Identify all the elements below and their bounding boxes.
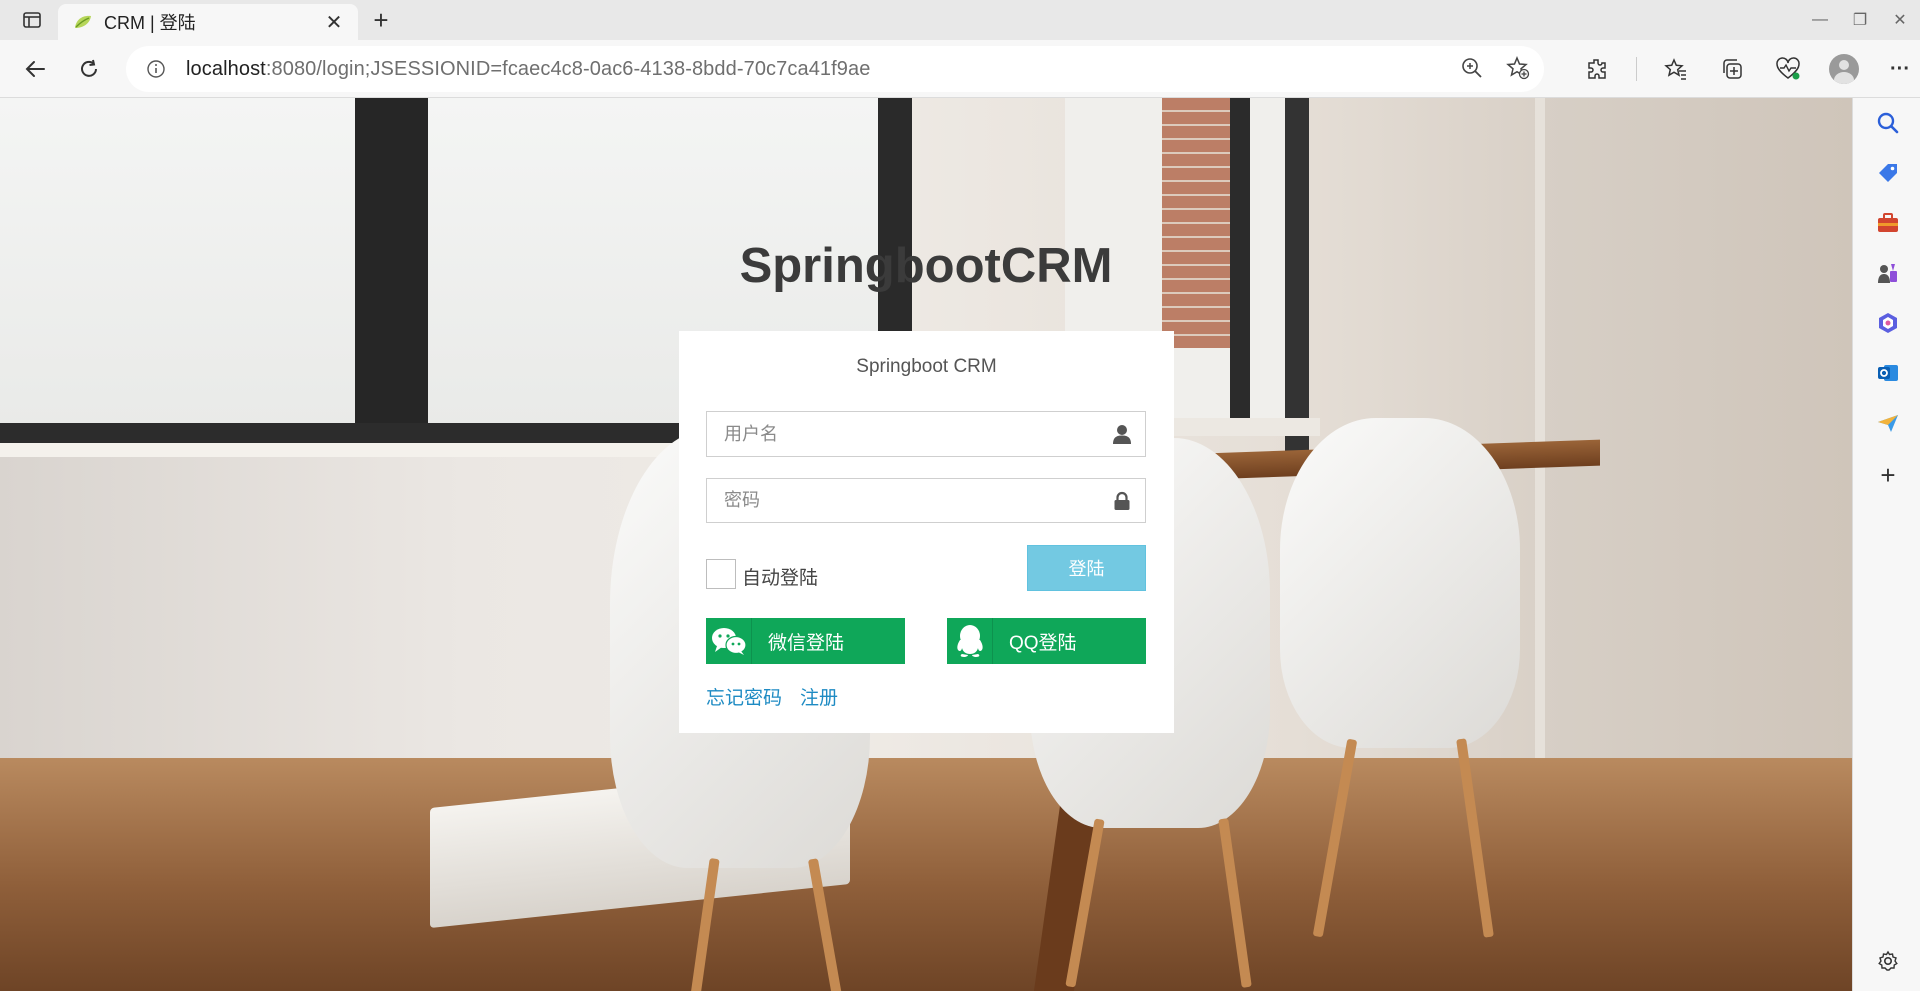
lock-icon <box>1111 490 1133 512</box>
card-title: Springboot CRM <box>856 356 997 377</box>
user-icon <box>1111 423 1133 445</box>
spring-leaf-icon <box>72 11 94 33</box>
browser-essentials-icon[interactable] <box>1771 52 1805 86</box>
qq-login-button[interactable]: QQ登陆 <box>947 618 1146 664</box>
avatar <box>1829 54 1859 84</box>
url-text: localhost:8080/login;JSESSIONID=fcaec4c8… <box>186 58 870 81</box>
url-host: localhost <box>186 57 266 80</box>
tab-actions-icon[interactable] <box>14 8 50 32</box>
edge-sidebar: + <box>1852 98 1920 991</box>
auto-login-checkbox[interactable] <box>706 559 736 589</box>
qq-login-label: QQ登陆 <box>1009 632 1077 654</box>
background-chair <box>1280 418 1520 748</box>
browser-tab-active[interactable]: CRM | 登陆 ✕ <box>58 4 358 40</box>
url-field[interactable]: localhost:8080/login;JSESSIONID=fcaec4c8… <box>126 46 1544 92</box>
window-controls: — ❐ ✕ <box>1800 0 1920 40</box>
background-floor <box>0 758 1852 991</box>
profile-avatar[interactable] <box>1827 52 1861 86</box>
tab-title: CRM | 登陆 <box>104 13 196 33</box>
auto-login-label: 自动登陆 <box>742 568 819 589</box>
zoom-icon[interactable] <box>1460 56 1484 85</box>
close-window-button[interactable]: ✕ <box>1880 0 1920 40</box>
outlook-icon[interactable] <box>1875 360 1901 386</box>
background-door <box>1540 98 1852 758</box>
add-favorite-icon[interactable] <box>1506 56 1530 85</box>
collections-icon[interactable] <box>1715 52 1749 86</box>
login-button[interactable]: 登陆 <box>1027 545 1146 591</box>
url-action-icons <box>1460 56 1530 85</box>
add-sidebar-app-button[interactable]: + <box>1875 460 1901 490</box>
send-drop-icon[interactable] <box>1875 410 1901 436</box>
wechat-icon <box>706 618 752 664</box>
password-input[interactable] <box>707 479 1145 522</box>
register-link[interactable]: 注册 <box>800 683 838 710</box>
wechat-login-button[interactable]: 微信登陆 <box>706 618 905 664</box>
microsoft365-icon[interactable] <box>1875 310 1901 336</box>
url-path: :8080/login;JSESSIONID=fcaec4c8-0ac6-413… <box>265 57 871 80</box>
minimize-button[interactable]: — <box>1800 0 1840 40</box>
browser-toolbar: localhost:8080/login;JSESSIONID=fcaec4c8… <box>0 40 1920 98</box>
sidebar-settings-icon[interactable] <box>1875 948 1901 974</box>
favorites-icon[interactable] <box>1659 52 1693 86</box>
back-button[interactable] <box>18 52 52 86</box>
toolbar-separator <box>1636 57 1637 81</box>
login-card: Springboot CRM 自动登陆 登陆 微信登陆 <box>679 331 1174 733</box>
browser-toolbar-right: ··· <box>1580 52 1917 86</box>
wechat-login-label: 微信登陆 <box>768 632 845 654</box>
new-tab-button[interactable]: + <box>368 5 394 35</box>
background-brick <box>1162 98 1230 348</box>
site-title: SpringbootCRM <box>739 239 1113 293</box>
more-menu-button[interactable]: ··· <box>1883 52 1917 86</box>
qq-icon <box>947 618 993 664</box>
username-field[interactable] <box>706 411 1146 457</box>
browser-tab-bar: CRM | 登陆 ✕ + — ❐ ✕ <box>0 0 1920 40</box>
extensions-icon[interactable] <box>1580 52 1614 86</box>
page-viewport: SpringbootCRM Springboot CRM 自动登陆 登陆 微信登… <box>0 98 1852 991</box>
site-info-icon[interactable] <box>146 59 166 79</box>
password-field[interactable] <box>706 478 1146 523</box>
username-input[interactable] <box>707 412 1145 456</box>
tab-close-button[interactable]: ✕ <box>322 10 346 34</box>
games-icon[interactable] <box>1875 260 1901 286</box>
search-icon[interactable] <box>1875 110 1901 136</box>
forgot-password-link[interactable]: 忘记密码 <box>706 683 782 710</box>
card-links: 忘记密码 注册 <box>706 683 838 710</box>
refresh-button[interactable] <box>72 52 106 86</box>
background-door-frame <box>1535 98 1545 758</box>
shopping-tag-icon[interactable] <box>1875 160 1901 186</box>
tools-briefcase-icon[interactable] <box>1875 210 1901 236</box>
restore-button[interactable]: ❐ <box>1840 0 1880 40</box>
